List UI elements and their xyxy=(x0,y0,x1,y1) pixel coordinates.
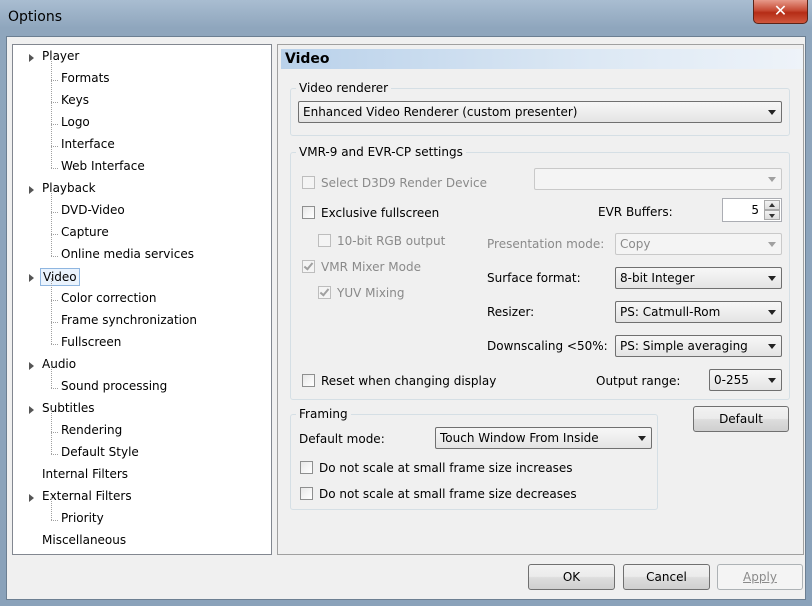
output-range-select[interactable]: 0-255 xyxy=(709,369,782,391)
tree-connector xyxy=(51,520,58,521)
ok-button[interactable]: OK xyxy=(528,564,615,590)
tree-connector xyxy=(51,366,52,388)
chevron-down-icon xyxy=(768,110,776,115)
expand-arrow-icon[interactable] xyxy=(29,406,34,414)
tree-connector xyxy=(51,190,52,212)
chevron-down-icon xyxy=(768,177,776,182)
expand-arrow-icon[interactable] xyxy=(29,186,34,194)
tree-connector xyxy=(51,124,58,125)
close-button[interactable]: ✕ xyxy=(753,0,808,24)
vmr-settings-group-label: VMR-9 and EVR-CP settings xyxy=(296,145,466,159)
tree-connector xyxy=(51,300,58,301)
evr-buffers-spinner[interactable]: 5 xyxy=(722,198,782,222)
evr-buffers-value: 5 xyxy=(751,203,759,217)
spin-down-icon[interactable] xyxy=(764,210,780,220)
resizer-select[interactable]: PS: Catmull-Rom xyxy=(615,301,782,323)
chevron-down-icon xyxy=(768,378,776,383)
tree-connector xyxy=(51,212,58,213)
tree-connector xyxy=(51,58,52,80)
tree-connector xyxy=(51,212,52,234)
chevron-down-icon xyxy=(768,242,776,247)
expand-arrow-icon[interactable] xyxy=(29,54,34,62)
presentation-mode-label: Presentation mode: xyxy=(487,237,605,251)
expand-arrow-icon[interactable] xyxy=(29,494,34,502)
surface-format-label: Surface format: xyxy=(487,271,581,285)
tree-connector xyxy=(51,80,52,102)
tree-connector xyxy=(51,410,52,432)
tree-connector xyxy=(51,124,52,146)
tree-connector xyxy=(51,102,52,124)
video-renderer-group-label: Video renderer xyxy=(296,81,392,95)
tree-connector xyxy=(51,102,58,103)
tree-connector xyxy=(51,322,58,323)
chevron-down-icon xyxy=(768,344,776,349)
chevron-down-icon xyxy=(768,310,776,315)
page-title: Video xyxy=(281,49,803,69)
framing-group-label: Framing xyxy=(296,407,351,421)
tree-connector xyxy=(51,388,58,389)
tree-connector xyxy=(51,432,58,433)
video-renderer-select[interactable]: Enhanced Video Renderer (custom presente… xyxy=(298,101,782,123)
output-range-label: Output range: xyxy=(596,374,681,388)
tree-connector xyxy=(51,498,52,520)
default-mode-label: Default mode: xyxy=(299,432,385,446)
downscaling-label: Downscaling <50%: xyxy=(487,339,608,353)
presentation-mode-select[interactable]: Copy xyxy=(615,233,782,255)
tree-connector xyxy=(51,300,52,322)
video-renderer-value: Enhanced Video Renderer (custom presente… xyxy=(303,105,578,119)
tree-connector xyxy=(51,322,52,344)
apply-button[interactable]: Apply xyxy=(717,564,803,590)
tree-connector xyxy=(51,344,58,345)
tree-connector xyxy=(51,146,58,147)
resizer-label: Resizer: xyxy=(487,305,535,319)
title-bar[interactable]: Options ✕ xyxy=(0,0,812,36)
tree-connector xyxy=(51,278,52,300)
dialog-client-area: Player Formats Keys Logo Interface Web Interf… xyxy=(6,36,806,600)
downscaling-select[interactable]: PS: Simple averaging xyxy=(615,335,782,357)
chevron-down-icon xyxy=(768,276,776,281)
expand-arrow-icon[interactable] xyxy=(29,274,34,282)
d3d9-device-select[interactable] xyxy=(534,168,782,190)
check-icon xyxy=(319,286,330,297)
window-title: Options xyxy=(8,9,63,25)
options-tree[interactable]: Player Formats Keys Logo Interface Web Interf… xyxy=(12,44,272,555)
spin-up-icon[interactable] xyxy=(764,200,780,210)
options-window: Options ✕ Player Formats Keys Logo Interface… xyxy=(0,0,812,606)
cancel-button[interactable]: Cancel xyxy=(623,564,710,590)
tree-connector xyxy=(51,454,58,455)
evr-buffers-label: EVR Buffers: xyxy=(598,205,673,219)
tree-connector xyxy=(51,256,58,257)
surface-format-select[interactable]: 8-bit Integer xyxy=(615,267,782,289)
default-mode-select[interactable]: Touch Window From Inside xyxy=(435,427,652,449)
default-button[interactable]: Default xyxy=(693,406,789,432)
tree-connector xyxy=(51,146,52,168)
tree-connector xyxy=(51,432,52,454)
tree-connector xyxy=(51,234,58,235)
tree-connector xyxy=(51,168,58,169)
chevron-down-icon xyxy=(638,436,646,441)
tree-connector xyxy=(51,80,58,81)
tree-connector xyxy=(51,234,52,256)
close-icon: ✕ xyxy=(773,1,788,20)
check-icon xyxy=(303,260,314,271)
expand-arrow-icon[interactable] xyxy=(29,362,34,370)
